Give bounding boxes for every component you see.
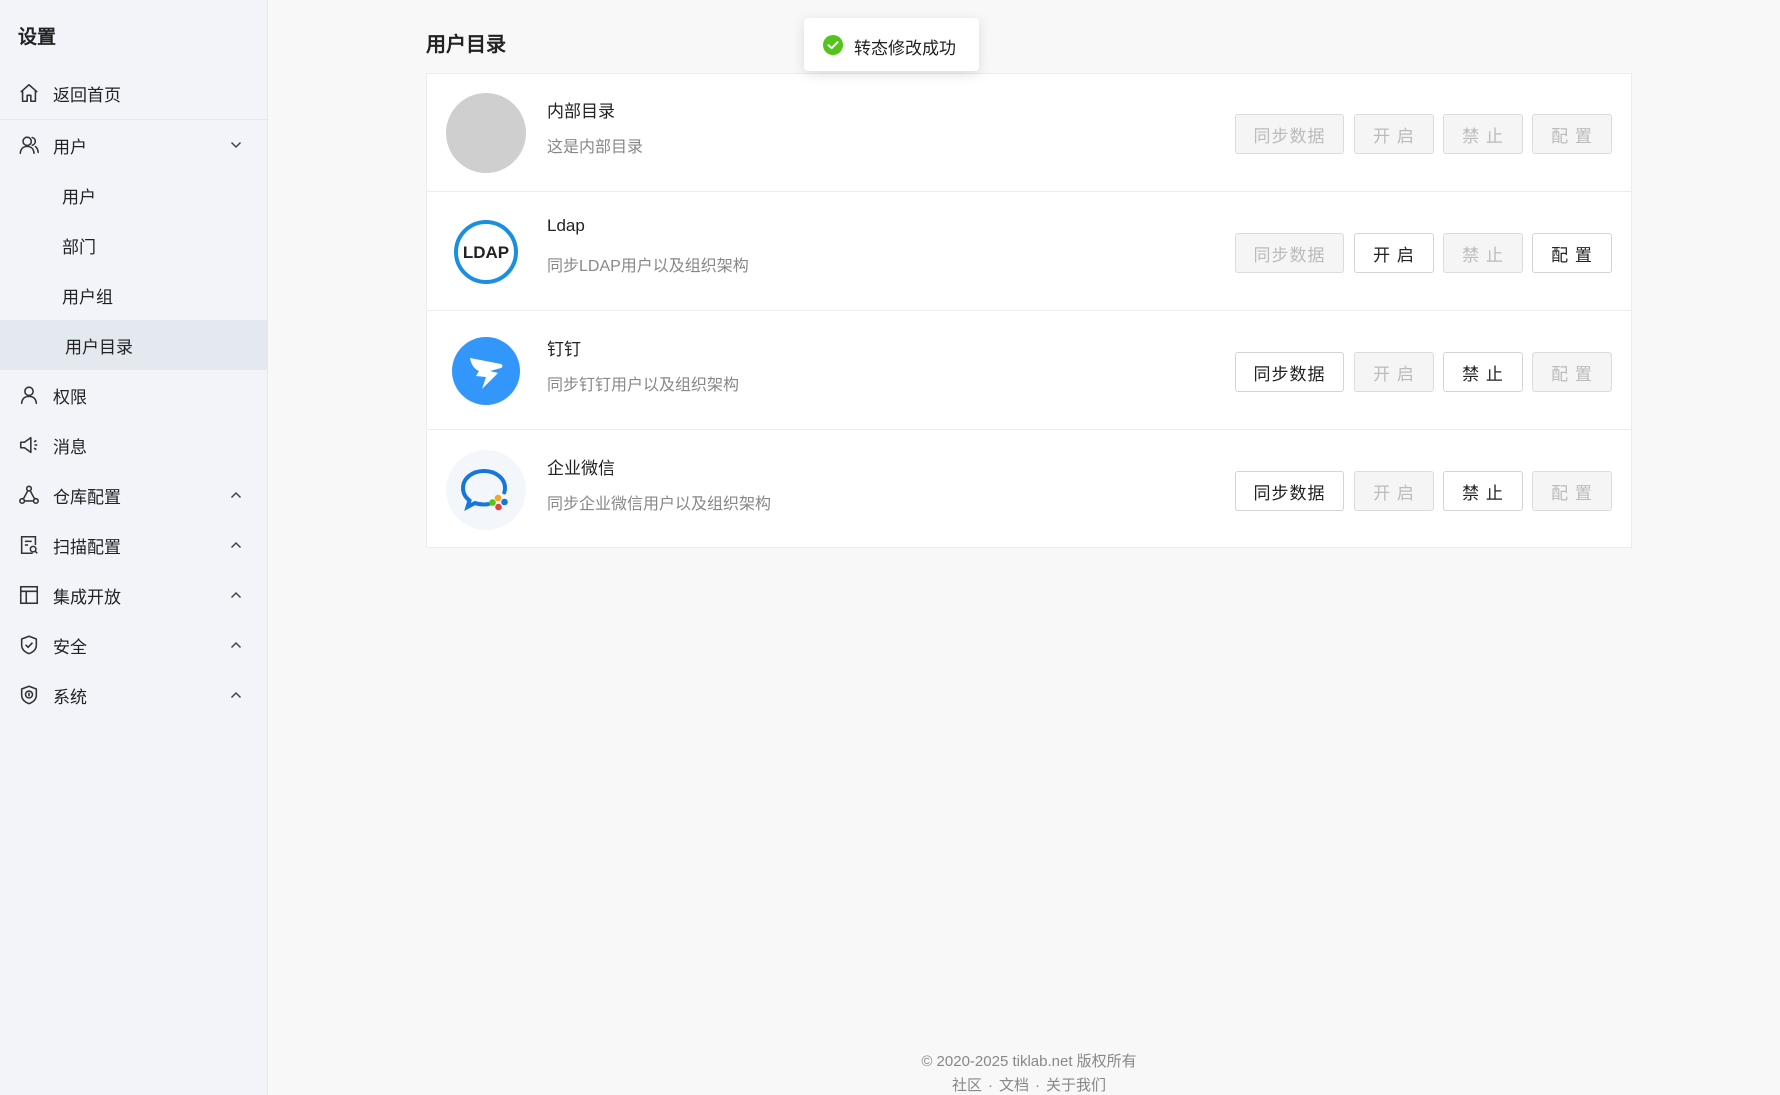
sidebar-item-label: 系统 [53,687,87,707]
network-icon [17,483,41,507]
sidebar-subitem-user[interactable]: 用户 [0,170,267,220]
directory-row-ldap: LDAP Ldap 同步LDAP用户以及组织架构 同步数据 开 启 禁 止 配 … [427,193,1631,311]
enable-button[interactable]: 开 启 [1354,233,1434,273]
disable-button[interactable]: 禁 止 [1443,233,1523,273]
sidebar-subitem-department[interactable]: 部门 [0,220,267,270]
directory-desc: 这是内部目录 [547,139,644,156]
sidebar-item-security[interactable]: 安全 [0,620,267,670]
directory-list: 内部目录 这是内部目录 同步数据 开 启 禁 止 配 置 LDAP Ldap 同… [426,73,1632,548]
shield-check-icon [17,633,41,657]
sync-data-button[interactable]: 同步数据 [1235,471,1344,511]
directory-name: 钉钉 [547,340,581,359]
shield-badge-icon [17,683,41,707]
sidebar-subitem-label: 用户组 [62,287,113,307]
disable-button[interactable]: 禁 止 [1443,114,1523,154]
toast-message: 转态修改成功 [854,39,956,58]
sidebar-item-label: 集成开放 [53,587,121,607]
ldap-logo-text: LDAP [463,243,509,262]
directory-desc: 同步企业微信用户以及组织架构 [547,496,772,513]
sidebar-item-home[interactable]: 返回首页 [0,68,267,118]
footer-copyright: © 2020-2025 tiklab.net 版权所有 [921,1053,1137,1070]
wecom-logo [446,450,526,530]
home-icon [17,81,41,105]
config-button[interactable]: 配 置 [1532,471,1612,511]
enable-button[interactable]: 开 启 [1354,114,1434,154]
sync-data-button[interactable]: 同步数据 [1235,114,1344,154]
enable-button[interactable]: 开 启 [1354,471,1434,511]
config-button[interactable]: 配 置 [1532,114,1612,154]
chevron-down-icon [228,137,244,153]
footer-link-docs[interactable]: 文档 [999,1074,1029,1095]
sidebar: 设置 返回首页 用户 用户 部门 用户组 用户目录 权限 消息 仓库配置 扫描配… [0,0,268,1095]
chevron-up-icon [228,587,244,603]
sidebar-item-permission[interactable]: 权限 [0,370,267,420]
directory-name: Ldap [547,216,585,235]
directory-name: 企业微信 [547,459,615,478]
sidebar-item-label: 仓库配置 [53,487,121,507]
sidebar-item-label: 权限 [53,387,87,407]
sidebar-item-message[interactable]: 消息 [0,420,267,470]
sidebar-item-repo-config[interactable]: 仓库配置 [0,470,267,520]
disable-button[interactable]: 禁 止 [1443,471,1523,511]
sidebar-item-label: 安全 [53,637,87,657]
sidebar-subitem-label: 用户目录 [65,337,133,357]
dingtalk-logo [446,331,526,411]
chevron-up-icon [228,487,244,503]
ldap-logo: LDAP [446,212,526,292]
footer-links: 社区 · 文档 · 关于我们 [0,1074,1780,1095]
sidebar-item-user[interactable]: 用户 [0,120,267,170]
config-button[interactable]: 配 置 [1532,352,1612,392]
sidebar-subitem-user-directory[interactable]: 用户目录 [0,320,267,370]
enable-button[interactable]: 开 启 [1354,352,1434,392]
directory-row-wecom: 企业微信 同步企业微信用户以及组织架构 同步数据 开 启 禁 止 配 置 [427,431,1631,549]
sidebar-subitem-label: 用户 [62,187,96,207]
internal-directory-logo [446,93,526,173]
sidebar-item-scan-config[interactable]: 扫描配置 [0,520,267,570]
sidebar-item-label: 消息 [53,437,87,457]
layout-icon [17,583,41,607]
sidebar-subitem-usergroup[interactable]: 用户组 [0,270,267,320]
megaphone-icon [17,433,41,457]
page-title: 用户目录 [426,34,506,56]
directory-row-dingtalk: 钉钉 同步钉钉用户以及组织架构 同步数据 开 启 禁 止 配 置 [427,312,1631,430]
chevron-up-icon [228,537,244,553]
check-circle-icon [823,35,843,55]
sidebar-item-system[interactable]: 系统 [0,670,267,720]
sidebar-item-label: 返回首页 [53,85,121,105]
directory-name: 内部目录 [547,102,615,121]
sync-data-button[interactable]: 同步数据 [1235,233,1344,273]
sync-data-button[interactable]: 同步数据 [1235,352,1344,392]
sidebar-title: 设置 [18,27,57,48]
scan-doc-icon [17,533,41,557]
footer-link-about[interactable]: 关于我们 [1046,1074,1106,1095]
sidebar-item-label: 扫描配置 [53,537,121,557]
sidebar-item-label: 用户 [53,137,87,157]
footer-separator: · [987,1077,993,1094]
directory-desc: 同步LDAP用户以及组织架构 [547,258,749,275]
success-toast: 转态修改成功 [804,18,979,71]
chevron-up-icon [228,637,244,653]
footer-link-community[interactable]: 社区 [952,1074,982,1095]
disable-button[interactable]: 禁 止 [1443,352,1523,392]
footer-separator: · [1035,1077,1040,1094]
sidebar-subitem-label: 部门 [62,237,96,257]
chevron-up-icon [228,687,244,703]
config-button[interactable]: 配 置 [1532,233,1612,273]
user-icon [17,383,41,407]
sidebar-item-integration[interactable]: 集成开放 [0,570,267,620]
directory-desc: 同步钉钉用户以及组织架构 [547,377,740,394]
user-group-icon [17,133,41,157]
directory-row-internal: 内部目录 这是内部目录 同步数据 开 启 禁 止 配 置 [427,74,1631,192]
